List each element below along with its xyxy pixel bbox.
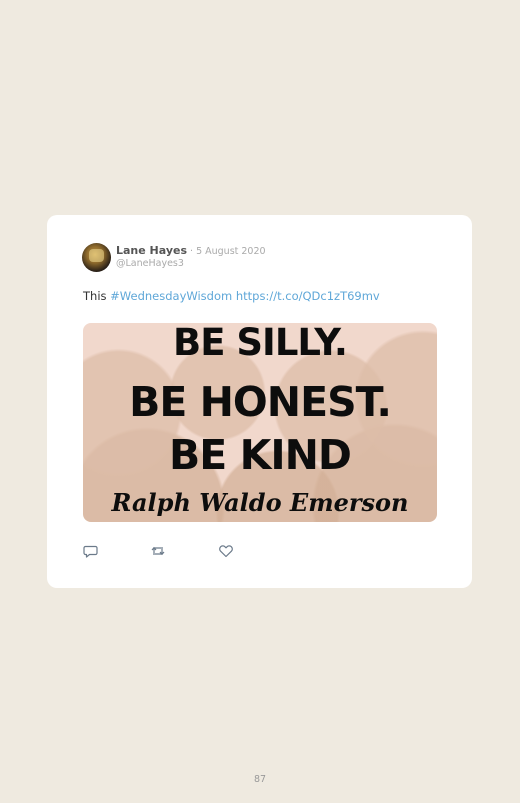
tweet-text: This #WednesdayWisdom https://t.co/QDc1z… — [83, 289, 380, 303]
quote-line-3: BE KIND — [169, 431, 352, 479]
author-name[interactable]: Lane Hayes — [116, 244, 187, 257]
name-row: Lane Hayes · 5 August 2020 — [116, 244, 266, 258]
tweet-header: Lane Hayes · 5 August 2020 @LaneHayes3 — [82, 242, 266, 272]
url-link[interactable]: https://t.co/QDc1zT69mv — [236, 289, 380, 303]
separator: · — [190, 245, 194, 257]
page-number: 87 — [253, 774, 267, 785]
quote-line-1: BE SILLY. — [173, 323, 348, 364]
reply-icon[interactable] — [83, 543, 99, 559]
tweet-date[interactable]: 5 August 2020 — [196, 246, 266, 258]
quote-line-2: BE HONEST. — [129, 378, 392, 426]
tweet-text-prefix: This — [83, 289, 111, 303]
author-handle[interactable]: @LaneHayes3 — [116, 258, 266, 270]
author-meta: Lane Hayes · 5 August 2020 @LaneHayes3 — [116, 244, 266, 270]
tweet-media-image[interactable]: BE SILLY. BE HONEST. BE KIND Ralph Waldo… — [83, 323, 437, 522]
hashtag-link[interactable]: #WednesdayWisdom — [110, 289, 232, 303]
avatar[interactable] — [82, 242, 111, 272]
quote-attribution: Ralph Waldo Emerson — [111, 488, 409, 517]
retweet-icon[interactable] — [150, 543, 166, 559]
heart-icon[interactable] — [218, 543, 234, 559]
tweet-card: Lane Hayes · 5 August 2020 @LaneHayes3 T… — [47, 215, 472, 588]
